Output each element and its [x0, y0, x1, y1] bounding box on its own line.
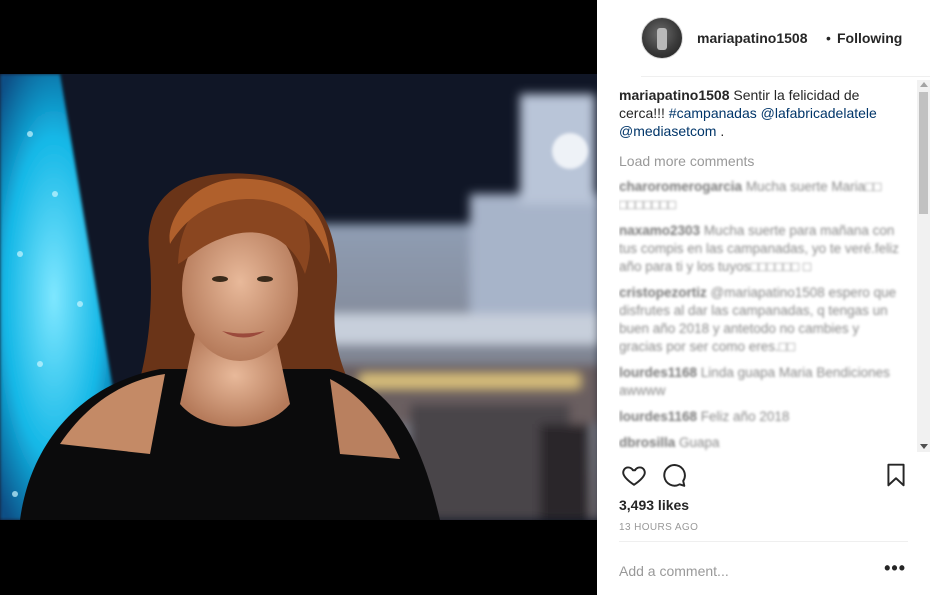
post-media[interactable]: [0, 0, 597, 595]
comment-item: naxamo2303 Mucha suerte para mañana con …: [619, 222, 904, 276]
scroll-down-arrow-icon[interactable]: [920, 444, 928, 449]
post-caption: mariapatino1508 Sentir la felicidad de c…: [619, 86, 904, 140]
add-comment-row: •••: [619, 541, 908, 595]
comment-username[interactable]: lourdes1168: [619, 409, 697, 424]
caption-mention-1[interactable]: @lafabricadelatele: [761, 105, 877, 121]
comments-list[interactable]: mariapatino1508 Sentir la felicidad de c…: [619, 86, 904, 454]
header-separator: •: [826, 30, 831, 46]
comment-username[interactable]: charoromerogarcia: [619, 179, 742, 194]
avatar-figure: [657, 28, 667, 50]
caption-mention-2[interactable]: @mediasetcom: [619, 123, 716, 139]
comment-username[interactable]: dbrosilla: [619, 435, 675, 450]
caption-tail: .: [716, 123, 725, 139]
comment-item: lourdes1168 Feliz año 2018: [619, 408, 904, 426]
speech-bubble-icon[interactable]: [661, 462, 687, 488]
scrollbar-thumb[interactable]: [919, 92, 928, 214]
load-more-comments-link[interactable]: Load more comments: [619, 152, 904, 170]
caption-hashtag[interactable]: #campanadas: [669, 105, 757, 121]
comment-username[interactable]: cristopezortiz: [619, 285, 707, 300]
add-comment-input[interactable]: [619, 557, 869, 585]
scroll-up-arrow-icon[interactable]: [920, 82, 928, 87]
post-photo[interactable]: [0, 74, 597, 520]
comment-text: Guapa: [675, 435, 720, 450]
comment-username[interactable]: lourdes1168: [619, 365, 697, 380]
post-timestamp[interactable]: 13 HOURS AGO: [619, 522, 698, 533]
comment-item: cristopezortiz @mariapatino1508 espero q…: [619, 284, 904, 356]
heart-outline-icon[interactable]: [621, 462, 647, 488]
header-username[interactable]: mariapatino1508: [697, 30, 808, 46]
following-button[interactable]: Following: [837, 30, 902, 46]
comment-item: dbrosilla Guapa: [619, 434, 904, 452]
comments-scrollbar[interactable]: [917, 80, 930, 452]
ellipsis-icon[interactable]: •••: [884, 559, 906, 577]
comment-item: lourdes1168 Linda guapa Maria Bendicione…: [619, 364, 904, 400]
post-actions: [619, 462, 908, 492]
caption-username[interactable]: mariapatino1508: [619, 87, 730, 103]
comment-username[interactable]: naxamo2303: [619, 223, 700, 238]
post-header: mariapatino1508 • Following: [641, 0, 930, 77]
photo-illustration: [0, 74, 597, 520]
comment-item: charoromerogarcia Mucha suerte Maria□□ □…: [619, 178, 904, 214]
avatar[interactable]: [641, 17, 683, 59]
comment-text: Feliz año 2018: [697, 409, 790, 424]
likes-count[interactable]: 3,493 likes: [619, 497, 689, 513]
bookmark-icon[interactable]: [883, 462, 909, 488]
